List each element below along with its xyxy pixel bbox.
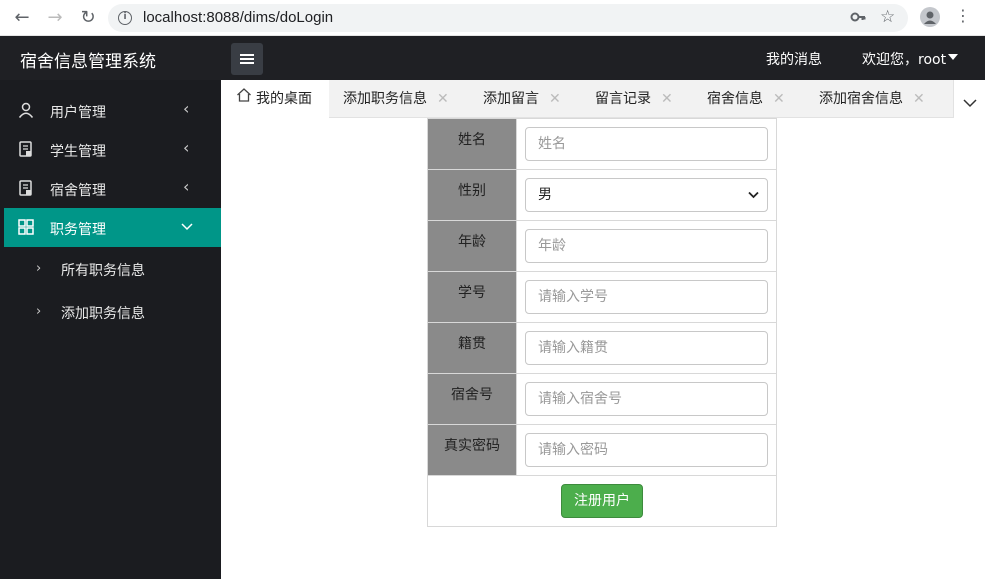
sidebar-item-dorm-management[interactable]: 宿舍管理 ‹ — [0, 169, 221, 208]
form-row: 宿舍号 请输入宿舍号 — [427, 373, 777, 425]
form-row: 性别 男 — [427, 169, 777, 221]
field-label-age: 年龄 — [427, 220, 517, 272]
document-icon — [18, 141, 34, 157]
tab-label: 添加宿舍信息 — [819, 91, 903, 107]
sidebar-item-position-management[interactable]: 职务管理 — [4, 208, 221, 247]
chevron-left-icon: ‹ — [183, 138, 190, 157]
gender-select-value: 男 — [538, 187, 552, 203]
password-input[interactable]: 请输入密码 — [525, 433, 768, 467]
messages-link[interactable]: 我的消息 — [766, 49, 822, 69]
sidebar-item-user-management[interactable]: 用户管理 ‹ — [0, 91, 221, 130]
browser-menu-icon[interactable]: ⋮ — [955, 6, 971, 25]
tab-bar: 我的桌面 添加职务信息 ✕ 添加留言 ✕ 留言记录 ✕ 宿舍信息 ✕ 添加宿舍信息 ✕ — [221, 80, 985, 118]
chevron-down-icon — [748, 179, 759, 211]
document-icon — [18, 180, 34, 196]
tab-label: 添加留言 — [483, 91, 539, 107]
close-icon[interactable]: ✕ — [437, 91, 449, 107]
sidebar: 用户管理 ‹ 学生管理 ‹ 宿舍管理 ‹ 职务管理 › 所有职务信息 › 添加职… — [0, 80, 221, 579]
close-icon[interactable]: ✕ — [661, 91, 673, 107]
back-icon[interactable]: ← — [12, 8, 32, 28]
star-icon[interactable]: ☆ — [880, 7, 895, 27]
reload-icon[interactable]: ↻ — [78, 8, 98, 28]
tab-label: 留言记录 — [595, 91, 651, 107]
dorm-number-input[interactable]: 请输入宿舍号 — [525, 382, 768, 416]
age-input[interactable]: 年龄 — [525, 229, 768, 263]
sidebar-item-label: 学生管理 — [50, 144, 106, 160]
user-icon — [18, 102, 34, 118]
form-row: 姓名 姓名 — [427, 118, 777, 170]
sidebar-subitem-add-position[interactable]: › 添加职务信息 — [0, 292, 221, 332]
name-input[interactable]: 姓名 — [525, 127, 768, 161]
sidebar-subitem-label: 所有职务信息 — [61, 263, 145, 279]
field-label-password: 真实密码 — [427, 424, 517, 476]
address-bar[interactable]: i localhost:8088/dims/doLogin ☆ — [108, 4, 908, 32]
sidebar-item-label: 职务管理 — [50, 222, 106, 238]
student-id-input[interactable]: 请输入学号 — [525, 280, 768, 314]
chevron-down-icon — [963, 93, 977, 112]
info-icon[interactable]: i — [118, 11, 132, 25]
tab-add-message[interactable]: 添加留言 ✕ — [483, 80, 561, 118]
tab-label: 添加职务信息 — [343, 91, 427, 107]
form-row: 年龄 年龄 — [427, 220, 777, 272]
register-user-button[interactable]: 注册用户 — [561, 484, 643, 518]
user-dropdown-icon[interactable] — [948, 54, 958, 60]
sidebar-item-student-management[interactable]: 学生管理 ‹ — [0, 130, 221, 169]
tab-add-dorm-info[interactable]: 添加宿舍信息 ✕ — [819, 80, 925, 118]
gender-select[interactable]: 男 — [525, 178, 768, 212]
chevron-down-icon — [181, 217, 193, 236]
sidebar-subitem-all-positions[interactable]: › 所有职务信息 — [0, 249, 221, 289]
sidebar-item-label: 宿舍管理 — [50, 183, 106, 199]
form-row: 学号 请输入学号 — [427, 271, 777, 323]
tab-dorm-info[interactable]: 宿舍信息 ✕ — [707, 80, 785, 118]
sidebar-subitem-label: 添加职务信息 — [61, 306, 145, 322]
close-icon[interactable]: ✕ — [549, 91, 561, 107]
tab-add-position[interactable]: 添加职务信息 ✕ — [343, 80, 449, 118]
field-label-dorm-number: 宿舍号 — [427, 373, 517, 425]
tab-my-desktop[interactable]: 我的桌面 — [221, 80, 329, 118]
close-icon[interactable]: ✕ — [913, 91, 925, 107]
key-icon[interactable] — [850, 9, 866, 29]
tab-label: 我的桌面 — [256, 91, 312, 107]
registration-form: 姓名 姓名 性别 男 年龄 年龄 学号 请输入学号 籍贯 请输入籍贯 宿舍号 请… — [427, 118, 777, 527]
close-icon[interactable]: ✕ — [773, 91, 785, 107]
tab-more-button[interactable] — [953, 80, 985, 118]
grid-icon — [18, 219, 34, 235]
tab-label: 宿舍信息 — [707, 91, 763, 107]
welcome-user-link[interactable]: 欢迎您，root — [862, 49, 946, 69]
field-label-name: 姓名 — [427, 118, 517, 170]
home-icon — [236, 80, 252, 118]
forward-icon[interactable]: → — [45, 8, 65, 28]
form-row: 籍贯 请输入籍贯 — [427, 322, 777, 374]
url-text[interactable]: localhost:8088/dims/doLogin — [143, 9, 333, 26]
field-label-student-id: 学号 — [427, 271, 517, 323]
form-row: 真实密码 请输入密码 — [427, 424, 777, 476]
field-label-hometown: 籍贯 — [427, 322, 517, 374]
field-label-gender: 性别 — [427, 169, 517, 221]
profile-avatar-icon[interactable] — [920, 7, 940, 27]
form-row: 注册用户 — [427, 475, 777, 527]
app-title: 宿舍信息管理系统 — [20, 52, 156, 72]
chevron-right-icon: › — [36, 261, 42, 276]
hometown-input[interactable]: 请输入籍贯 — [525, 331, 768, 365]
chevron-left-icon: ‹ — [183, 177, 190, 196]
main-content: 姓名 姓名 性别 男 年龄 年龄 学号 请输入学号 籍贯 请输入籍贯 宿舍号 请… — [221, 118, 985, 579]
app-header: 宿舍信息管理系统 我的消息 欢迎您，root — [0, 36, 985, 80]
browser-toolbar: ← → ↻ i localhost:8088/dims/doLogin ☆ ⋮ — [0, 0, 985, 36]
sidebar-item-label: 用户管理 — [50, 105, 106, 121]
menu-toggle-icon[interactable] — [231, 43, 263, 75]
chevron-left-icon: ‹ — [183, 99, 190, 118]
tab-message-records[interactable]: 留言记录 ✕ — [595, 80, 673, 118]
chevron-right-icon: › — [36, 304, 42, 319]
